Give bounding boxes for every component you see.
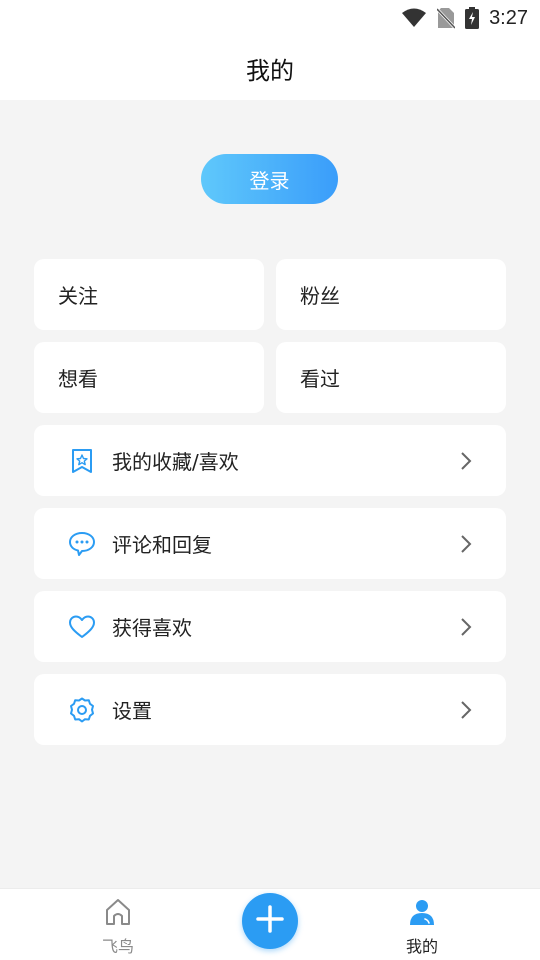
no-sim-icon (437, 7, 456, 29)
person-icon (407, 897, 437, 931)
gear-icon (68, 696, 96, 724)
fans-label: 粉丝 (300, 284, 340, 308)
menu-item-comments[interactable]: 评论和回复 (34, 508, 506, 579)
fans-card[interactable]: 粉丝 (276, 259, 506, 330)
add-button[interactable] (242, 893, 298, 949)
battery-charging-icon (465, 7, 480, 29)
menu-item-comments-label: 评论和回复 (112, 533, 212, 557)
nav-tab-home[interactable]: 飞鸟 (78, 897, 158, 957)
follow-card[interactable]: 关注 (34, 259, 264, 330)
title-bar: 我的 (0, 36, 540, 100)
heart-icon (68, 613, 96, 641)
nav-tab-mine[interactable]: 我的 (382, 897, 462, 957)
menu-item-likes[interactable]: 获得喜欢 (34, 591, 506, 662)
page-title: 我的 (246, 56, 294, 85)
menu-item-favorites[interactable]: 我的收藏/喜欢 (34, 425, 506, 496)
menu-item-favorites-label: 我的收藏/喜欢 (112, 450, 239, 474)
plus-icon (254, 903, 286, 939)
bookmark-star-icon (68, 447, 96, 475)
menu-item-settings[interactable]: 设置 (34, 674, 506, 745)
status-time: 3:27 (489, 6, 528, 29)
status-bar: 3:27 (0, 0, 540, 36)
watched-label: 看过 (300, 367, 340, 391)
chevron-right-icon (458, 449, 474, 473)
chevron-right-icon (458, 698, 474, 722)
watched-card[interactable]: 看过 (276, 342, 506, 413)
chevron-right-icon (458, 615, 474, 639)
login-button[interactable]: 登录 (201, 154, 338, 204)
profile-screen: 3:27 我的 登录 关注 粉丝 想看 看过 我的收藏/喜欢 评论和回复 获得喜… (0, 0, 540, 960)
nav-tab-home-label: 飞鸟 (101, 937, 134, 956)
menu-item-settings-label: 设置 (112, 699, 152, 723)
follow-label: 关注 (58, 284, 98, 308)
want-to-watch-card[interactable]: 想看 (34, 342, 264, 413)
home-icon (103, 897, 133, 931)
wifi-icon (401, 8, 427, 28)
menu-item-likes-label: 获得喜欢 (112, 616, 192, 640)
nav-tab-mine-label: 我的 (405, 937, 438, 956)
chevron-right-icon (458, 532, 474, 556)
want-to-watch-label: 想看 (58, 367, 98, 391)
comment-bubble-icon (68, 530, 96, 558)
